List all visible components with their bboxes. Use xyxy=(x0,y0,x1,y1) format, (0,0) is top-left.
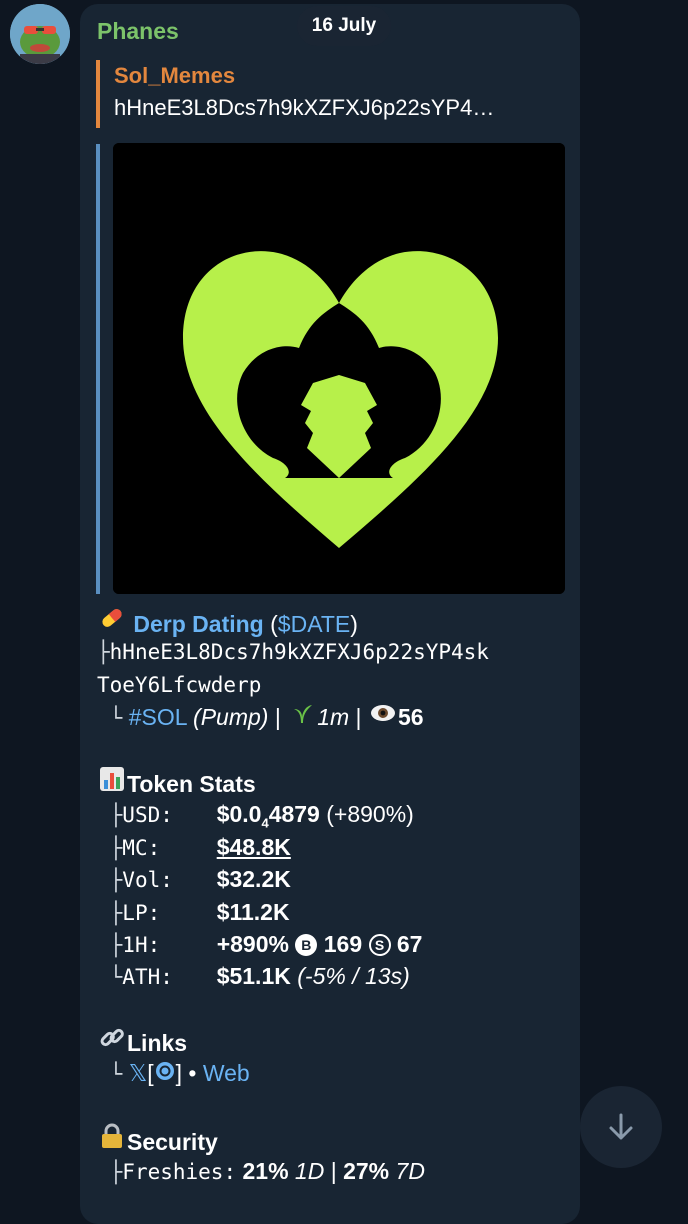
token-logo-image[interactable] xyxy=(113,143,565,594)
sells-count: 67 xyxy=(396,930,423,957)
stat-mc: ├MC: $48.8K xyxy=(97,833,291,860)
stats-heading: Token Stats xyxy=(97,766,567,798)
date-badge: 16 July xyxy=(297,6,391,46)
arrow-down-icon xyxy=(609,1113,633,1140)
token-title-line: Derp Dating ($DATE) xyxy=(97,604,567,637)
security-heading: Security xyxy=(97,1122,567,1155)
stat-1h: ├1H: +890% B 169 S 67 xyxy=(97,930,423,957)
sender-name[interactable]: Phanes xyxy=(97,18,179,45)
token-age: 1m xyxy=(317,704,350,731)
buys-count: 169 xyxy=(323,930,363,957)
ath-value: $51.1K xyxy=(216,963,291,990)
platform-label: (Pump) xyxy=(193,704,269,731)
h1-change: +890% xyxy=(216,930,289,957)
view-count: 56 xyxy=(397,704,424,731)
ath-detail: (-5% / 13s) xyxy=(297,963,410,990)
links-line: └ 𝕏[ ] • Web xyxy=(97,1057,567,1089)
link-icon xyxy=(97,1025,127,1060)
buys-icon: B xyxy=(295,933,318,956)
liquidity-value: $11.2K xyxy=(216,898,290,925)
seedling-icon xyxy=(287,701,317,734)
token-name-link[interactable]: Derp Dating xyxy=(133,611,263,637)
scroll-down-button[interactable] xyxy=(580,1086,662,1168)
stat-ath: └ATH: $51.1K (-5% / 13s) xyxy=(97,963,410,990)
usd-price: $0.044879 xyxy=(216,801,320,831)
sells-icon: S xyxy=(368,933,391,956)
freshies-line: ├Freshies: 21% 1D | 27% 7D xyxy=(97,1157,425,1184)
stat-vol: ├Vol: $32.2K xyxy=(97,866,291,893)
preview-accent-bar xyxy=(96,144,100,594)
volume-value: $32.2K xyxy=(216,866,291,893)
address-line-2[interactable]: ToeY6Lfcwderp xyxy=(97,669,567,701)
stat-usd: ├USD: $0.044879 (+890%) xyxy=(97,801,414,831)
chain-hashtag[interactable]: #SOL xyxy=(129,704,187,730)
reply-quote[interactable]: Sol_Memes hHneE3L8Dcs7h9kXZFXJ6p22sYP4… xyxy=(96,60,556,128)
x-link[interactable]: 𝕏 xyxy=(129,1060,148,1086)
search-circle-icon[interactable] xyxy=(154,1058,176,1090)
reply-text: hHneE3L8Dcs7h9kXZFXJ6p22sYP4… xyxy=(114,95,495,120)
sender-avatar[interactable] xyxy=(10,4,70,64)
eye-icon xyxy=(368,701,398,734)
usd-change: (+890%) xyxy=(326,801,414,828)
frog-avatar-icon xyxy=(10,4,70,64)
stat-lp: ├LP: $11.2K xyxy=(97,898,290,925)
chain-line: └ #SOL (Pump) | 1m | 56 xyxy=(97,701,567,733)
message-body: Derp Dating ($DATE) ├hHneE3L8Dcs7h9kXZFX… xyxy=(97,604,567,1187)
web-link[interactable]: Web xyxy=(203,1060,250,1086)
reply-name: Sol_Memes xyxy=(114,63,236,88)
heart-faces-logo-icon xyxy=(113,143,565,594)
token-symbol-link[interactable]: $DATE xyxy=(278,611,350,637)
market-cap-link[interactable]: $48.8K xyxy=(217,834,291,860)
links-heading: Links xyxy=(97,1025,567,1057)
address-line-1[interactable]: ├hHneE3L8Dcs7h9kXZFXJ6p22sYP4sk xyxy=(97,636,567,668)
bar-chart-icon xyxy=(97,766,127,801)
